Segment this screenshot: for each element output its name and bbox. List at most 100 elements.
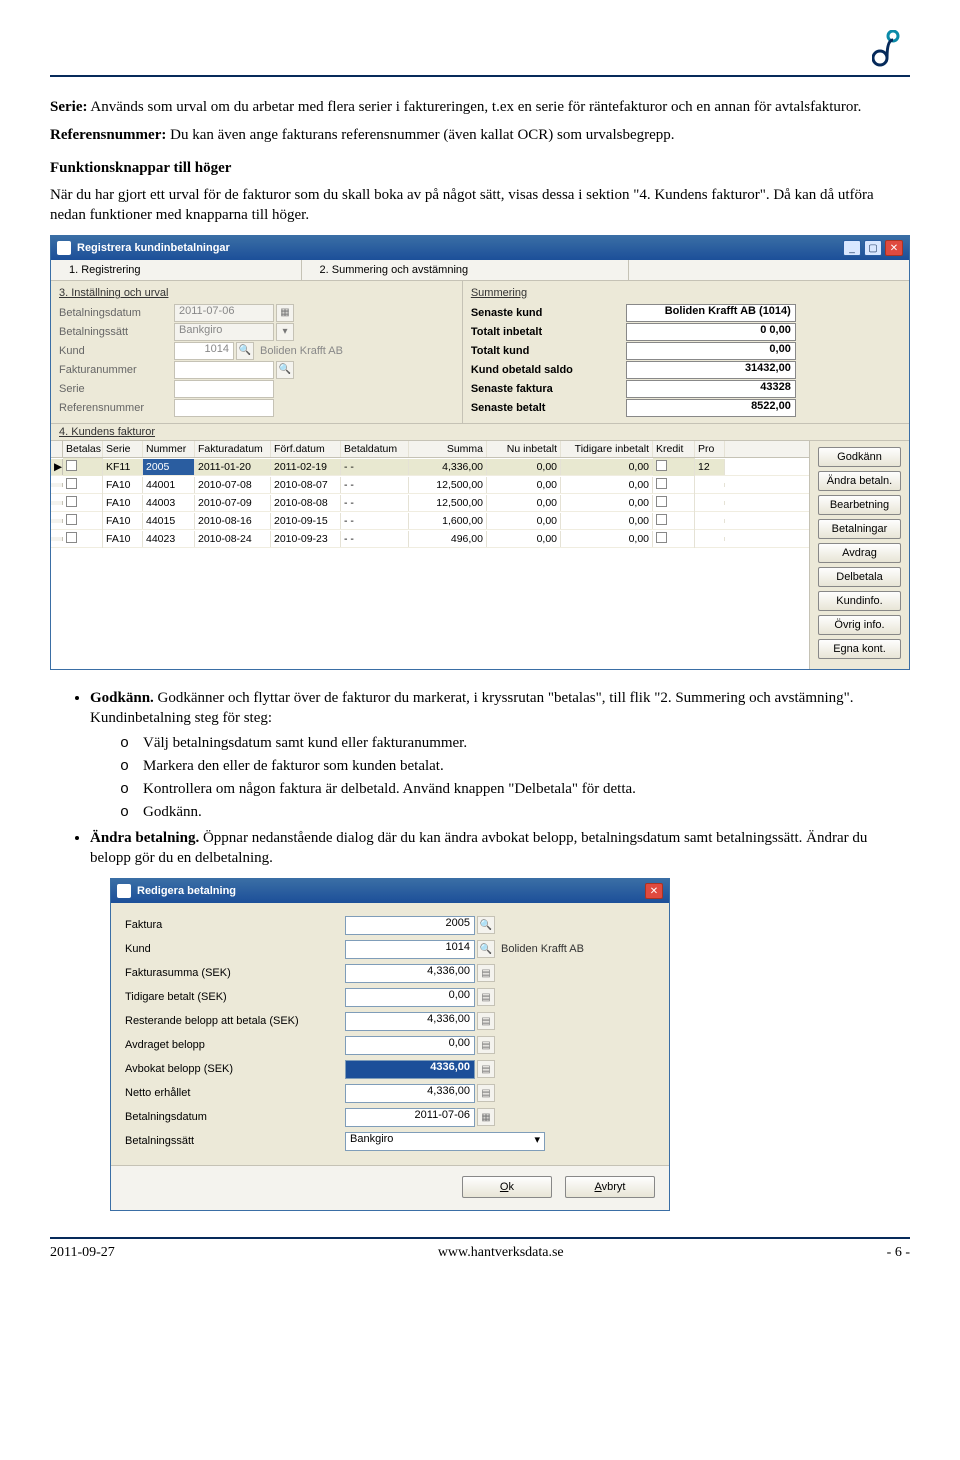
side-button[interactable]: Övrig info.	[818, 615, 901, 635]
side-button[interactable]: Godkänn	[818, 447, 901, 467]
table-row[interactable]: FA10440232010-08-242010-09-23- -496,000,…	[51, 530, 809, 548]
field-label: Betalningsdatum	[125, 1111, 345, 1123]
checkbox[interactable]	[66, 496, 77, 507]
section4-title: 4. Kundens fakturor	[51, 423, 909, 440]
tab-summering[interactable]: 2. Summering och avstämning	[302, 260, 630, 280]
table-row[interactable]: FA10440032010-07-092010-08-08- -12,500,0…	[51, 494, 809, 512]
field-value[interactable]: 4,336,00	[345, 1012, 475, 1031]
side-button[interactable]: Egna kont.	[818, 639, 901, 659]
lookup-icon[interactable]: 🔍	[477, 916, 495, 934]
field-label: Avbokat belopp (SEK)	[125, 1063, 345, 1075]
heading-funktionsknappar: Funktionsknappar till höger	[50, 160, 910, 177]
checkbox[interactable]	[66, 460, 77, 471]
window2-title: Redigera betalning	[137, 885, 642, 897]
ok-button[interactable]: Ok	[462, 1176, 552, 1198]
checkbox[interactable]	[66, 532, 77, 543]
lookup-icon[interactable]: 🔍	[236, 342, 254, 360]
grid-header: Betalas Serie Nummer Fakturadatum Förf.d…	[51, 441, 809, 458]
inp-betalsatt[interactable]: Bankgiro	[174, 323, 274, 341]
titlebar2[interactable]: Redigera betalning ✕	[111, 879, 669, 903]
maximize-button[interactable]: ▢	[864, 240, 882, 256]
lbl-faktnr: Fakturanummer	[59, 364, 174, 376]
field-label: Betalningssätt	[125, 1135, 345, 1147]
calculator-icon[interactable]: ▤	[477, 1060, 495, 1078]
calendar-icon[interactable]: ▦	[276, 304, 294, 322]
inp-faktnr[interactable]	[174, 361, 274, 379]
side-button[interactable]: Kundinfo.	[818, 591, 901, 611]
checkbox[interactable]	[656, 478, 667, 489]
field-label: Avdraget belopp	[125, 1039, 345, 1051]
cancel-button[interactable]: Avbryt	[565, 1176, 655, 1198]
checkbox[interactable]	[656, 496, 667, 507]
checkbox[interactable]	[656, 532, 667, 543]
close-button[interactable]: ✕	[885, 240, 903, 256]
table-row[interactable]: ▶KF1120052011-01-202011-02-19- -4,336,00…	[51, 458, 809, 476]
calculator-icon[interactable]: ▤	[477, 988, 495, 1006]
field-label: Resterande belopp att betala (SEK)	[125, 1015, 345, 1027]
footer-url: www.hantverksdata.se	[438, 1245, 564, 1261]
lbl-betalsatt: Betalningssätt	[59, 326, 174, 338]
field-value[interactable]: 4,336,00	[345, 964, 475, 983]
brand-logo	[872, 30, 900, 75]
side-button[interactable]: Delbetala	[818, 567, 901, 587]
field-label: Tidigare betalt (SEK)	[125, 991, 345, 1003]
lookup-icon[interactable]: 🔍	[276, 361, 294, 379]
sum-value: Boliden Krafft AB (1014)	[626, 304, 796, 322]
invoice-grid[interactable]: Betalas Serie Nummer Fakturadatum Förf.d…	[51, 441, 809, 669]
calculator-icon[interactable]: ▤	[477, 1036, 495, 1054]
bullet-list: Godkänn. Godkänner och flyttar över de f…	[90, 688, 910, 868]
calculator-icon[interactable]: ▤	[477, 1084, 495, 1102]
window-registrera: Registrera kundinbetalningar _ ▢ ✕ 1. Re…	[50, 235, 910, 670]
sum-label: Totalt inbetalt	[471, 326, 626, 338]
inp-kund[interactable]: 1014	[174, 342, 234, 360]
inp-serie[interactable]	[174, 380, 274, 398]
inp-betaldatum[interactable]: 2011-07-06	[174, 304, 274, 322]
sum-value: 43328	[626, 380, 796, 398]
table-row[interactable]: FA10440152010-08-162010-09-15- -1,600,00…	[51, 512, 809, 530]
titlebar[interactable]: Registrera kundinbetalningar _ ▢ ✕	[51, 236, 909, 260]
footer-date: 2011-09-27	[50, 1245, 115, 1261]
calendar-icon[interactable]: ▦	[477, 1108, 495, 1126]
inp-refnr[interactable]	[174, 399, 274, 417]
field-value[interactable]: 2005	[345, 916, 475, 935]
side-button[interactable]: Bearbetning	[818, 495, 901, 515]
side-button[interactable]: Avdrag	[818, 543, 901, 563]
side-button[interactable]: Ändra betaln.	[818, 471, 901, 491]
field-value[interactable]: 0,00	[345, 988, 475, 1007]
field-value[interactable]: 2011-07-06	[345, 1108, 475, 1127]
lbl-kund: Kund	[59, 345, 174, 357]
top-rule	[50, 75, 910, 77]
sum-label: Totalt kund	[471, 345, 626, 357]
checkbox[interactable]	[656, 514, 667, 525]
bullet-andra: Ändra betalning. Öppnar nedanstående dia…	[90, 828, 910, 869]
app-icon	[117, 884, 131, 898]
calculator-icon[interactable]: ▤	[477, 1012, 495, 1030]
chevron-down-icon[interactable]: ▾	[276, 323, 294, 341]
side-button[interactable]: Betalningar	[818, 519, 901, 539]
tab-row: 1. Registrering 2. Summering och avstämn…	[51, 260, 909, 281]
field-value[interactable]: 0,00	[345, 1036, 475, 1055]
checkbox[interactable]	[66, 514, 77, 525]
sub-item: Markera den eller de fakturor som kunden…	[120, 756, 910, 777]
window-redigera: Redigera betalning ✕ Faktura2005🔍 Kund101…	[110, 878, 670, 1211]
checkbox[interactable]	[656, 460, 667, 471]
sum-value: 0,00	[626, 342, 796, 360]
field-value[interactable]: 4336,00	[345, 1060, 475, 1079]
select-betalsatt[interactable]: Bankgiro ▾	[345, 1132, 545, 1151]
lookup-icon[interactable]: 🔍	[477, 940, 495, 958]
field-value[interactable]: 1014	[345, 940, 475, 959]
close-button[interactable]: ✕	[645, 883, 663, 899]
calculator-icon[interactable]: ▤	[477, 964, 495, 982]
table-row[interactable]: FA10440012010-07-082010-08-07- -12,500,0…	[51, 476, 809, 494]
window-title: Registrera kundinbetalningar	[77, 242, 840, 254]
field-label: Faktura	[125, 919, 345, 931]
minimize-button[interactable]: _	[843, 240, 861, 256]
field-value[interactable]: 4,336,00	[345, 1084, 475, 1103]
tab-registrering[interactable]: 1. Registrering	[51, 260, 302, 280]
sub-item: Kontrollera om någon faktura är delbetal…	[120, 779, 910, 800]
checkbox[interactable]	[66, 478, 77, 489]
bullet-godkann: Godkänn. Godkänner och flyttar över de f…	[90, 688, 910, 824]
sum-label: Kund obetald saldo	[471, 364, 626, 376]
field-label: Kund	[125, 943, 345, 955]
field-after: Boliden Krafft AB	[501, 943, 584, 955]
